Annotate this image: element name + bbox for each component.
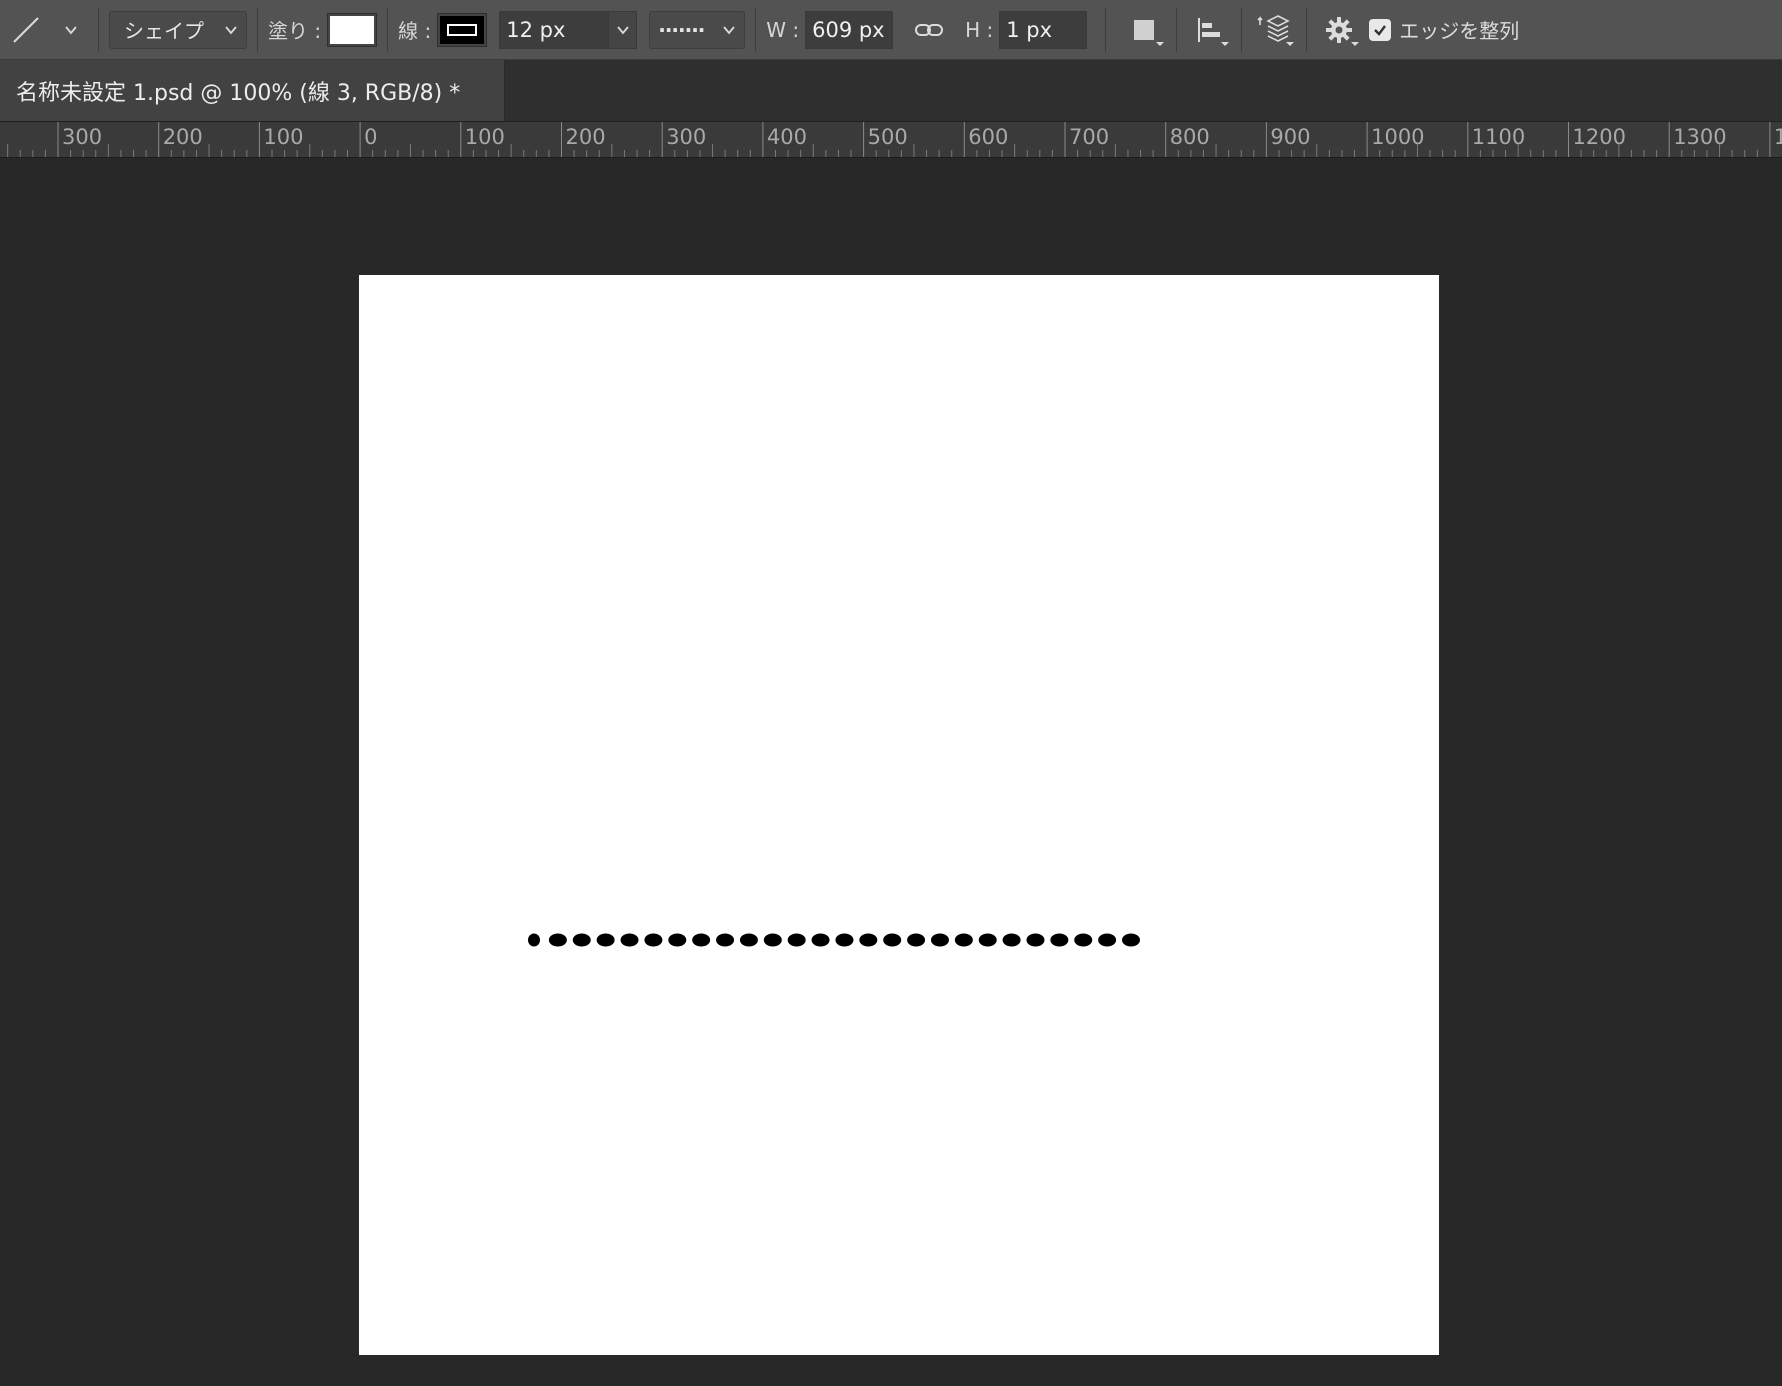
checkmark-icon xyxy=(1374,24,1387,36)
dotted-line-dot xyxy=(811,933,830,947)
gear-icon[interactable] xyxy=(1317,8,1361,52)
dotted-line-dot xyxy=(572,933,591,947)
line-tool-icon[interactable] xyxy=(8,12,44,48)
tool-mode-value: シェイプ xyxy=(124,19,204,43)
ruler-label: 1300 xyxy=(1673,125,1726,149)
path-arrangement-icon[interactable] xyxy=(1252,8,1296,52)
divider xyxy=(387,7,389,52)
tool-preset-chevron-down-icon[interactable] xyxy=(60,19,82,41)
ruler-label: 1100 xyxy=(1472,125,1525,149)
ruler-label: 200 xyxy=(566,125,606,149)
ruler-label: 100 xyxy=(263,125,303,149)
path-arrangement-dropdown-icon xyxy=(1286,41,1295,46)
ruler-label: 500 xyxy=(868,125,908,149)
path-alignment-icon[interactable] xyxy=(1187,8,1231,52)
document-tab-bar: 名称未設定 1.psd @ 100% (線 3, RGB/8) * xyxy=(0,60,1782,122)
fill-color-swatch[interactable] xyxy=(327,12,378,47)
dotted-line-dot xyxy=(1098,933,1117,947)
workspace[interactable] xyxy=(0,158,1782,1386)
width-label: W : xyxy=(766,17,800,42)
ruler-label: 600 xyxy=(968,125,1008,149)
height-input[interactable]: 1 px xyxy=(999,10,1088,49)
ruler-label: 200 xyxy=(163,125,203,149)
ruler-label: 300 xyxy=(666,125,706,149)
width-input[interactable]: 609 px xyxy=(805,10,894,49)
ruler-ticks: 300 200 100 0 100 200 300 400 500 600 700 800 900 100… xyxy=(7,122,1782,157)
stroke-style-value: ······· xyxy=(658,17,705,42)
divider xyxy=(1105,7,1107,52)
divider xyxy=(1306,7,1308,52)
dotted-line-dot xyxy=(1002,933,1021,947)
dotted-line-dot xyxy=(668,933,687,947)
dotted-line-dot xyxy=(835,933,854,947)
height-label: H : xyxy=(965,17,994,42)
dotted-line-dot xyxy=(716,933,735,947)
dotted-line-dot xyxy=(620,933,639,947)
dotted-line-dot xyxy=(954,933,973,947)
ruler-label: 400 xyxy=(767,125,807,149)
align-edges-label: エッジを整列 xyxy=(1399,19,1520,43)
dotted-line-dot xyxy=(596,933,615,947)
divider xyxy=(257,7,258,52)
dotted-line-dot xyxy=(739,933,758,947)
dotted-line-dot xyxy=(883,933,902,947)
ruler-label: 900 xyxy=(1270,125,1310,149)
dotted-line-dot xyxy=(907,933,926,947)
align-edges-checkbox[interactable] xyxy=(1369,18,1392,41)
stroke-width-input[interactable]: 12 px xyxy=(499,10,610,49)
divider xyxy=(755,7,757,52)
dotted-line-dot xyxy=(1122,933,1140,947)
stroke-width-chevron-down-icon[interactable] xyxy=(609,10,638,49)
dotted-line-dot xyxy=(692,933,711,947)
tool-mode-select[interactable]: シェイプ xyxy=(109,10,247,49)
dotted-line-dot xyxy=(978,933,997,947)
options-bar: シェイプ 塗り : 線 : 12 px ······· W : 609 px H… xyxy=(0,0,1782,60)
dotted-line-dot xyxy=(930,933,949,947)
divider xyxy=(1176,7,1178,52)
path-operations-icon[interactable] xyxy=(1122,8,1166,52)
dotted-line-dot xyxy=(1050,933,1069,947)
dotted-line-shape[interactable] xyxy=(359,275,1439,1355)
link-icon[interactable] xyxy=(909,8,949,52)
settings-dropdown-icon xyxy=(1351,41,1360,46)
dotted-line-dot xyxy=(644,933,663,947)
ruler-label: 0 xyxy=(364,125,377,149)
dotted-line-dot xyxy=(763,933,782,947)
ruler-label: 800 xyxy=(1170,125,1210,149)
ruler-label: 300 xyxy=(62,125,102,149)
ruler-label: 1000 xyxy=(1371,125,1424,149)
ruler-label: 700 xyxy=(1069,125,1109,149)
fill-label: 塗り : xyxy=(268,19,322,43)
path-operations-dropdown-icon xyxy=(1156,41,1165,46)
ruler-label: 14 xyxy=(1774,125,1782,149)
stroke-width-combo: 12 px xyxy=(499,10,638,49)
stroke-label: 線 : xyxy=(398,19,432,43)
chevron-down-icon xyxy=(225,25,237,34)
stroke-style-select[interactable]: ······· xyxy=(649,10,746,49)
ruler-label: 1200 xyxy=(1573,125,1626,149)
dotted-line-dot xyxy=(787,933,806,947)
document-tab-title: 名称未設定 1.psd @ 100% (線 3, RGB/8) * xyxy=(16,80,461,106)
dotted-line-dot xyxy=(1026,933,1045,947)
stroke-color-swatch[interactable] xyxy=(437,12,488,47)
horizontal-ruler[interactable]: 300 200 100 0 100 200 300 400 500 600 700 800 900 100… xyxy=(0,122,1782,158)
dotted-line-dot xyxy=(548,933,567,947)
dotted-line-dot xyxy=(528,933,540,947)
divider xyxy=(98,7,99,52)
chevron-down-icon xyxy=(723,25,735,34)
document-canvas[interactable] xyxy=(359,275,1439,1355)
dotted-line-dot xyxy=(859,933,878,947)
path-alignment-dropdown-icon xyxy=(1221,41,1230,46)
document-tab[interactable]: 名称未設定 1.psd @ 100% (線 3, RGB/8) * xyxy=(0,60,505,121)
ruler-label: 100 xyxy=(465,125,505,149)
divider xyxy=(1241,7,1243,52)
dotted-line-dot xyxy=(1074,933,1093,947)
